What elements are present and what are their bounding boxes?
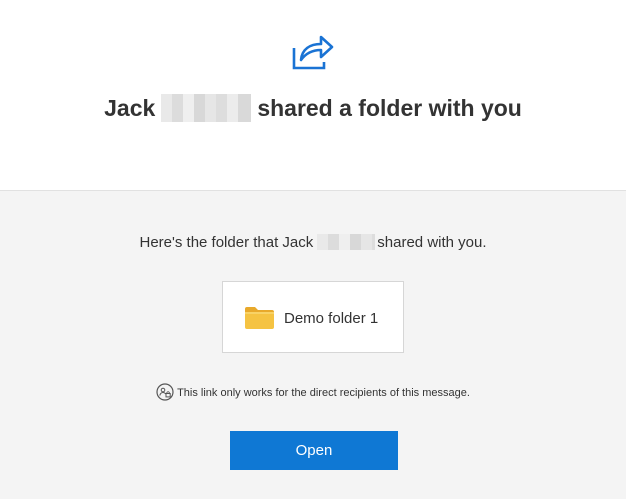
title-sender-name: Jack — [104, 95, 156, 121]
share-message: Here's the folder that Jack shared with y… — [0, 233, 626, 253]
folder-name: Demo folder 1 — [284, 310, 379, 327]
recipient-notice: This link only works for the direct reci… — [0, 383, 626, 403]
redacted-name — [317, 234, 376, 251]
folder-icon — [245, 307, 274, 329]
page-title: Jack shared a folder with you — [63, 92, 563, 125]
people-lock-icon — [156, 383, 174, 401]
share-arrow-icon — [292, 35, 334, 70]
notice-text: This link only works for the direct reci… — [177, 387, 470, 399]
message-suffix: shared with you. — [377, 234, 487, 251]
redacted-name — [161, 93, 252, 122]
message-prefix: Here's the folder that Jack — [139, 234, 314, 251]
title-suffix: shared a folder with you — [257, 95, 522, 121]
folder-card[interactable]: Demo folder 1 — [222, 281, 404, 353]
email-header: Jack shared a folder with you — [0, 0, 626, 191]
open-button[interactable]: Open — [230, 431, 398, 470]
